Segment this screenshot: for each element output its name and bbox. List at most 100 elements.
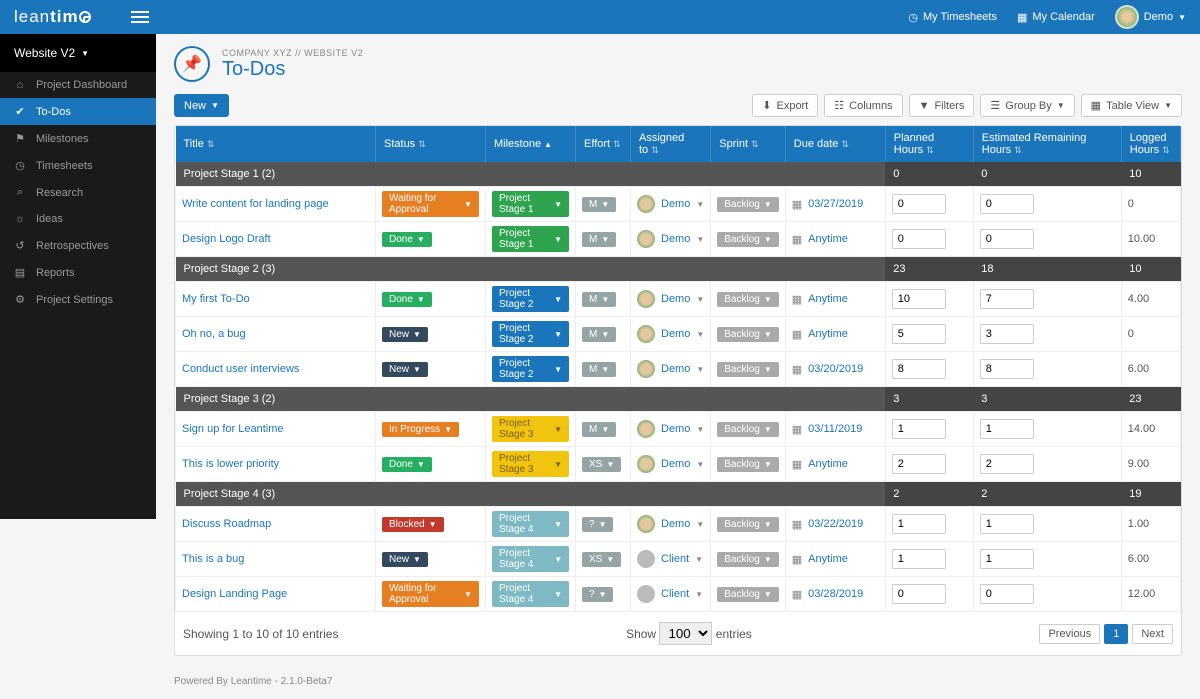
export-button[interactable]: ⬇Export xyxy=(752,94,818,117)
assigned-link[interactable]: Demo xyxy=(661,518,690,530)
sprint-pill[interactable]: Backlog▼ xyxy=(717,457,779,472)
todo-link[interactable]: Design Landing Page xyxy=(182,588,287,600)
my-calendar-link[interactable]: ▦My Calendar xyxy=(1017,11,1095,24)
status-pill[interactable]: New▼ xyxy=(382,552,428,567)
col-due[interactable]: Due date⇅ xyxy=(785,126,885,162)
remaining-input[interactable] xyxy=(980,289,1034,309)
remaining-input[interactable] xyxy=(980,549,1034,569)
assigned-link[interactable]: Demo xyxy=(661,293,690,305)
sprint-pill[interactable]: Backlog▼ xyxy=(717,587,779,602)
planned-input[interactable] xyxy=(892,584,946,604)
group-row[interactable]: Project Stage 4 (3)2219 xyxy=(176,482,1181,507)
sprint-pill[interactable]: Backlog▼ xyxy=(717,292,779,307)
effort-pill[interactable]: ?▼ xyxy=(582,587,613,602)
todo-link[interactable]: Oh no, a bug xyxy=(182,328,246,340)
menu-toggle-icon[interactable] xyxy=(131,11,149,23)
view-button[interactable]: ▦Table View ▼ xyxy=(1081,94,1182,117)
sidebar-item-reports[interactable]: ▤Reports xyxy=(0,259,156,286)
assigned-link[interactable]: Demo xyxy=(661,423,690,435)
assigned-link[interactable]: Demo xyxy=(661,198,690,210)
todo-link[interactable]: Write content for landing page xyxy=(182,198,329,210)
effort-pill[interactable]: XS▼ xyxy=(582,552,621,567)
remaining-input[interactable] xyxy=(980,194,1034,214)
remaining-input[interactable] xyxy=(980,324,1034,344)
sidebar-item-research[interactable]: ⌕Research xyxy=(0,179,156,206)
planned-input[interactable] xyxy=(892,229,946,249)
columns-button[interactable]: ☷Columns xyxy=(824,94,902,117)
due-date[interactable]: ▦03/20/2019 xyxy=(792,363,879,376)
sidebar-item-milestones[interactable]: ⚑Milestones xyxy=(0,125,156,152)
assigned-link[interactable]: Demo xyxy=(661,363,690,375)
planned-input[interactable] xyxy=(892,289,946,309)
todo-link[interactable]: Sign up for Leantime xyxy=(182,423,284,435)
todo-link[interactable]: This is a bug xyxy=(182,553,244,565)
due-date[interactable]: ▦Anytime xyxy=(792,328,879,341)
col-assigned[interactable]: Assigned to⇅ xyxy=(631,126,711,162)
due-date[interactable]: ▦03/28/2019 xyxy=(792,588,879,601)
assigned-link[interactable]: Demo xyxy=(661,328,690,340)
sprint-pill[interactable]: Backlog▼ xyxy=(717,197,779,212)
effort-pill[interactable]: M▼ xyxy=(582,197,616,212)
page-size-select[interactable]: 100 xyxy=(659,622,712,645)
sidebar-item-to-dos[interactable]: ✔To-Dos xyxy=(0,98,156,125)
filters-button[interactable]: ▼Filters xyxy=(909,94,975,117)
group-row[interactable]: Project Stage 3 (2)3323 xyxy=(176,387,1181,412)
planned-input[interactable] xyxy=(892,514,946,534)
remaining-input[interactable] xyxy=(980,419,1034,439)
sprint-pill[interactable]: Backlog▼ xyxy=(717,362,779,377)
planned-input[interactable] xyxy=(892,549,946,569)
my-timesheets-link[interactable]: ◷My Timesheets xyxy=(908,11,997,24)
planned-input[interactable] xyxy=(892,419,946,439)
sidebar-item-retrospectives[interactable]: ↺Retrospectives xyxy=(0,232,156,259)
status-pill[interactable]: Done▼ xyxy=(382,457,432,472)
pin-icon[interactable]: 📌 xyxy=(174,46,210,82)
project-switcher[interactable]: Website V2 ▼ xyxy=(0,34,156,72)
effort-pill[interactable]: M▼ xyxy=(582,422,616,437)
milestone-pill[interactable]: Project Stage 2▼ xyxy=(492,321,569,347)
col-status[interactable]: Status⇅ xyxy=(376,126,486,162)
remaining-input[interactable] xyxy=(980,229,1034,249)
due-date[interactable]: ▦Anytime xyxy=(792,293,879,306)
milestone-pill[interactable]: Project Stage 3▼ xyxy=(492,451,569,477)
group-row[interactable]: Project Stage 2 (3)231810 xyxy=(176,257,1181,282)
due-date[interactable]: ▦Anytime xyxy=(792,233,879,246)
col-remaining[interactable]: Estimated Remaining Hours⇅ xyxy=(973,126,1121,162)
milestone-pill[interactable]: Project Stage 4▼ xyxy=(492,511,569,537)
planned-input[interactable] xyxy=(892,359,946,379)
remaining-input[interactable] xyxy=(980,584,1034,604)
todo-link[interactable]: Discuss Roadmap xyxy=(182,518,271,530)
col-effort[interactable]: Effort⇅ xyxy=(576,126,631,162)
planned-input[interactable] xyxy=(892,194,946,214)
sidebar-item-project-dashboard[interactable]: ⌂Project Dashboard xyxy=(0,72,156,98)
planned-input[interactable] xyxy=(892,454,946,474)
due-date[interactable]: ▦03/11/2019 xyxy=(792,423,879,436)
milestone-pill[interactable]: Project Stage 1▼ xyxy=(492,226,569,252)
user-menu[interactable]: Demo▼ xyxy=(1115,5,1186,29)
status-pill[interactable]: New▼ xyxy=(382,362,428,377)
prev-button[interactable]: Previous xyxy=(1039,624,1100,644)
status-pill[interactable]: Done▼ xyxy=(382,232,432,247)
todo-link[interactable]: This is lower priority xyxy=(182,458,279,470)
assigned-link[interactable]: Client xyxy=(661,553,689,565)
due-date[interactable]: ▦03/22/2019 xyxy=(792,518,879,531)
sidebar-item-project-settings[interactable]: ⚙Project Settings xyxy=(0,286,156,313)
col-milestone[interactable]: Milestone ▲ xyxy=(486,126,576,162)
logo[interactable]: leantim xyxy=(14,7,91,27)
remaining-input[interactable] xyxy=(980,359,1034,379)
col-planned[interactable]: Planned Hours⇅ xyxy=(885,126,973,162)
assigned-link[interactable]: Demo xyxy=(661,458,690,470)
todo-link[interactable]: Conduct user interviews xyxy=(182,363,299,375)
milestone-pill[interactable]: Project Stage 4▼ xyxy=(492,546,569,572)
remaining-input[interactable] xyxy=(980,514,1034,534)
status-pill[interactable]: Done▼ xyxy=(382,292,432,307)
groupby-button[interactable]: ☰Group By ▼ xyxy=(980,94,1074,117)
effort-pill[interactable]: M▼ xyxy=(582,362,616,377)
page-1-button[interactable]: 1 xyxy=(1104,624,1128,644)
sidebar-item-timesheets[interactable]: ◷Timesheets xyxy=(0,152,156,179)
milestone-pill[interactable]: Project Stage 3▼ xyxy=(492,416,569,442)
status-pill[interactable]: Waiting for Approval▼ xyxy=(382,191,479,217)
col-sprint[interactable]: Sprint⇅ xyxy=(711,126,786,162)
status-pill[interactable]: In Progress▼ xyxy=(382,422,459,437)
due-date[interactable]: ▦03/27/2019 xyxy=(792,198,879,211)
status-pill[interactable]: New▼ xyxy=(382,327,428,342)
